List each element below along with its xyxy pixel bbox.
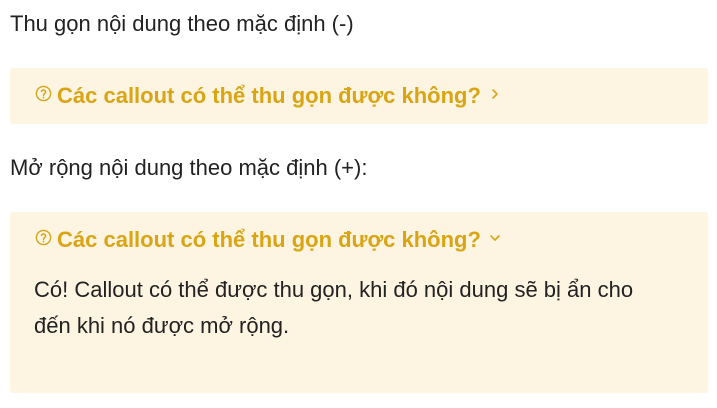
callout-body-line: Có! Callout có thể được thu gọn, khi đó … bbox=[34, 277, 634, 302]
expanded-intro-text: Mở rộng nội dung theo mặc định (+): bbox=[10, 155, 368, 180]
callout-body-line: đến khi nó được mở rộng. bbox=[34, 313, 290, 338]
expanded-callout-title: Các callout có thể thu gọn được không? bbox=[57, 227, 481, 252]
collapsed-callout-title-bar[interactable]: Các callout có thể thu gọn được không? bbox=[10, 68, 708, 124]
collapsed-callout: Các callout có thể thu gọn được không? bbox=[10, 68, 708, 124]
help-circle-icon bbox=[35, 229, 52, 245]
help-circle-icon bbox=[35, 85, 52, 101]
expanded-callout-title-bar[interactable]: Các callout có thể thu gọn được không? bbox=[10, 212, 708, 268]
collapsed-callout-title: Các callout có thể thu gọn được không? bbox=[57, 83, 481, 108]
chevron-right-icon[interactable] bbox=[489, 88, 501, 100]
collapsed-intro-text: Thu gọn nội dung theo mặc định (-) bbox=[10, 11, 354, 36]
chevron-down-icon[interactable] bbox=[489, 232, 501, 244]
expanded-callout-body: Có! Callout có thể được thu gọn, khi đó … bbox=[10, 268, 708, 344]
expanded-callout: Các callout có thể thu gọn được không? C… bbox=[10, 212, 708, 393]
